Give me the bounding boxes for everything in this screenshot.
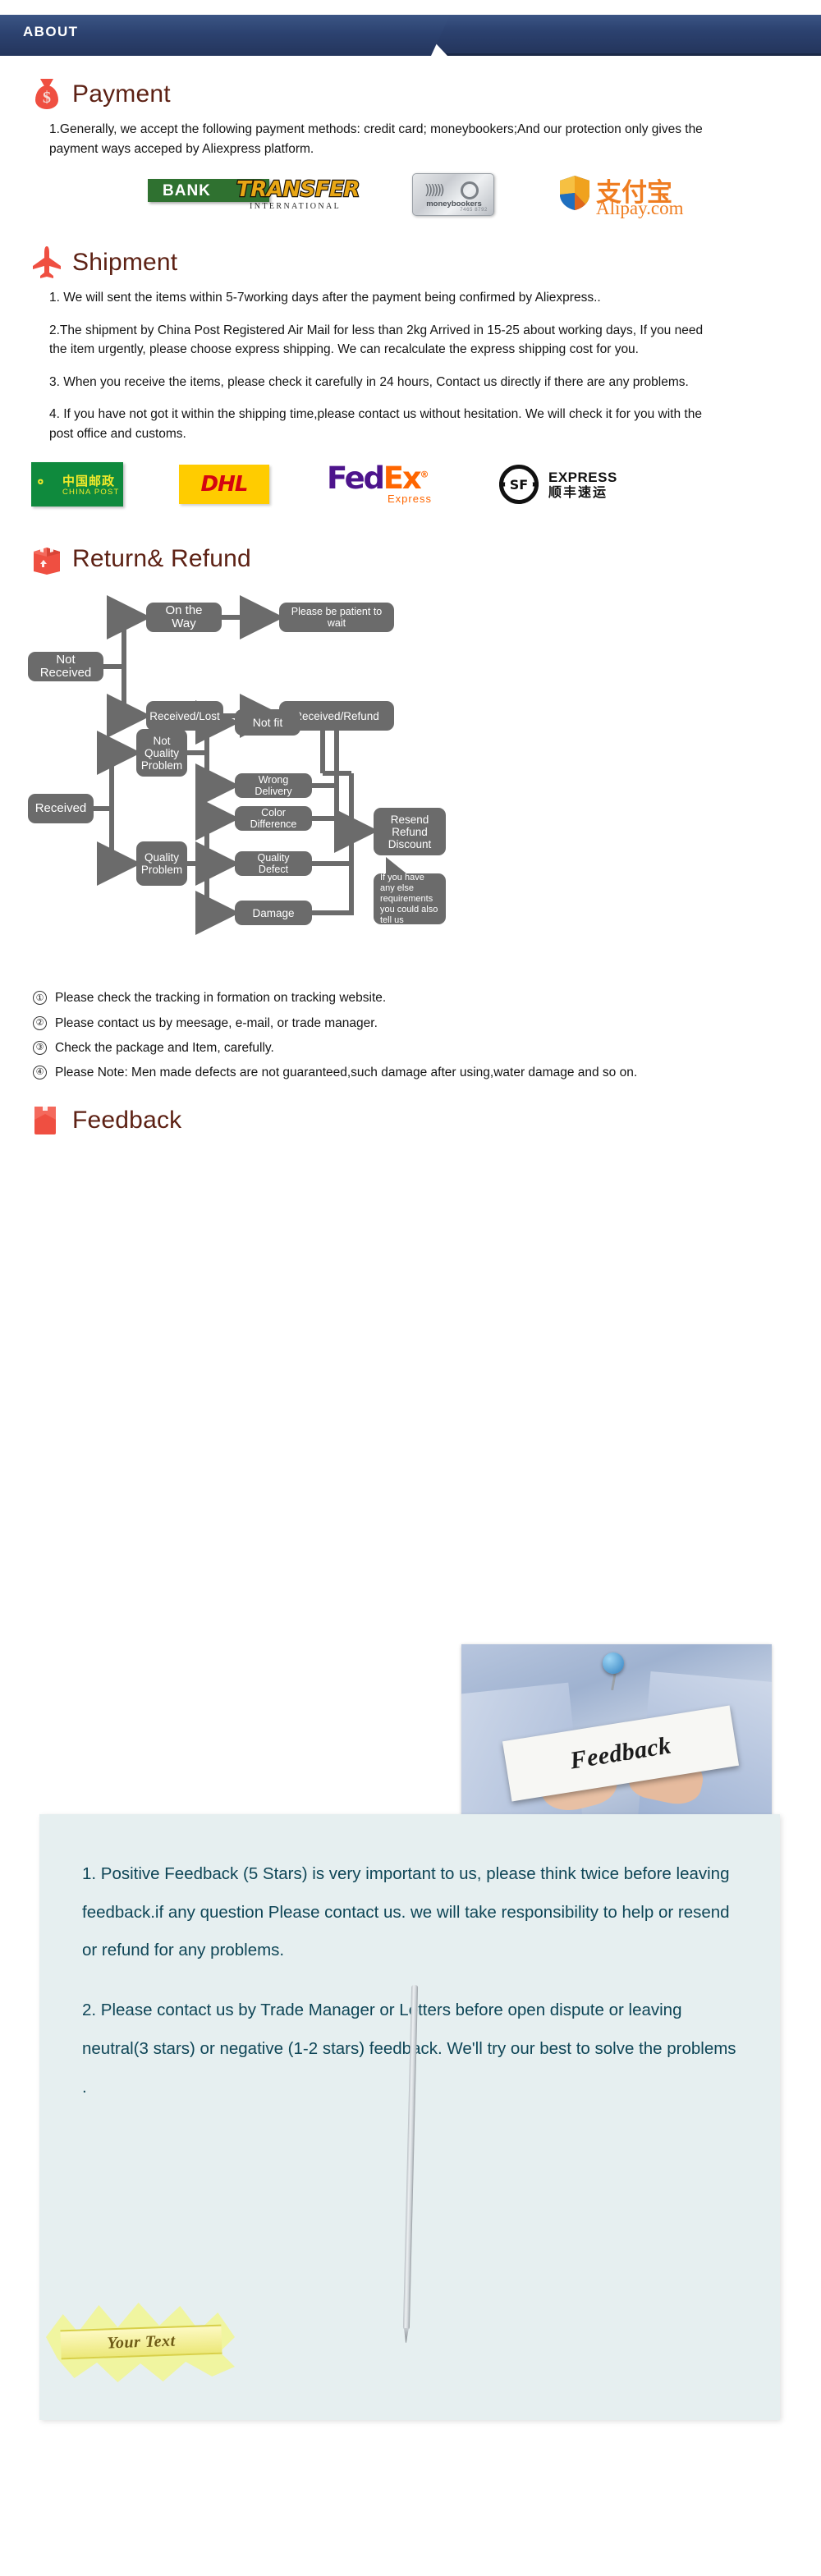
dhl-text: DHL [200,472,249,497]
flow-node-quality-defect: Quality Defect [235,851,312,877]
shipment-section-heading: Shipment [31,245,821,280]
flow-node-resend-refund-discount: Resend Refund Discount [374,808,446,856]
moneybookers-logo: )))))) moneybookers 7465 8792 [412,173,494,217]
bank-transfer-transfer-text: TRANSFER [236,176,361,203]
shipment-body: 1. We will sent the items within 5-7work… [49,288,722,443]
flow-node-received: Received [28,794,94,824]
payment-body: 1.Generally, we accept the following pay… [49,120,722,158]
bank-transfer-logo: BANK TRANSFER INTERNATIONAL [148,176,361,213]
sf-express-logo: SF EXPRESS 顺丰速运 [499,463,647,506]
flow-node-not-received: Not Received [28,652,103,682]
flow-node-color-difference: Color Difference [235,806,312,832]
flow-node-not-quality-problem: Not Quality Problem [136,729,187,777]
payment-title: Payment [72,80,171,108]
sf-express-chinese-text: 顺丰速运 [548,484,608,500]
fedex-ex-text: Ex [383,461,422,497]
sf-express-english-text: EXPRESS [548,469,617,485]
feedback-section-heading: Feedback [31,1103,821,1138]
alipay-shield-icon [560,176,589,211]
payment-section-heading: $ Payment [31,77,821,112]
banner-ribbon: Your Text [60,2324,222,2360]
pushpin-icon [603,1652,624,1674]
shipment-title: Shipment [72,249,178,277]
dhl-logo: DHL [179,465,269,505]
china-post-logo: ゜ 中国邮政 CHINA POST [31,462,123,507]
alipay-domain-text: Alipay.com [596,198,684,219]
flow-node-callout: If you have any else requirements you co… [374,873,446,925]
shipment-paragraph-3: 3. When you receive the items, please ch… [49,374,689,389]
china-post-chinese-text: 中国邮政 [62,474,116,489]
feedback-title: Feedback [72,1107,182,1134]
return-refund-title: Return& Refund [72,545,251,573]
sf-circle-mark-icon: SF [499,465,539,505]
pin-stem-icon [611,1671,617,1691]
flow-node-on-the-way: On the Way [146,603,222,633]
flow-node-received-lost: Received/Lost [146,701,223,731]
china-post-english-text: CHINA POST [62,488,120,497]
flow-node-wrong-delivery: Wrong Delivery [235,773,312,799]
banner-text: Your Text [106,2331,176,2352]
return-refund-flowchart: Not Received On the Way Please be patien… [0,584,821,1093]
feedback-tag-icon [31,1103,62,1138]
shipment-paragraph-2: 2.The shipment by China Post Registered … [49,323,704,357]
package-box-icon [31,542,62,576]
moneybookers-card-number: 7465 8792 [460,208,488,213]
bank-transfer-international-text: INTERNATIONAL [250,202,342,212]
feedback-photo: Feedback [461,1644,772,1821]
about-header-bar: ABOUT [0,15,821,56]
flow-node-please-wait: Please be patient to wait [279,603,394,633]
airplane-icon [31,245,62,280]
money-bag-icon: $ [31,77,62,112]
moneybookers-ring-icon [461,181,479,200]
flow-node-quality-problem: Quality Problem [136,841,187,887]
payment-logos-row: BANK TRANSFER INTERNATIONAL )))))) money… [148,172,821,218]
flow-node-damage: Damage [235,901,312,926]
your-text-banner: Your Text [46,2301,235,2383]
feedback-photo-card-text: Feedback [568,1731,673,1775]
return-refund-section-heading: Return& Refund [31,542,821,576]
shipment-paragraph-4: 4. If you have not got it within the shi… [49,407,702,441]
china-post-symbol-icon: ゜ [38,478,57,502]
fedex-express-text: Express [388,493,432,506]
about-tab-label: ABOUT [23,24,79,39]
sf-monogram-text: SF [505,470,533,499]
bank-transfer-bank-text: BANK [163,182,211,200]
payment-paragraph-1: 1.Generally, we accept the following pay… [49,122,703,156]
moneybookers-wave-icon: )))))) [424,182,445,199]
flow-node-not-fit: Not fit [235,709,300,736]
feedback-paragraph-1: 1. Positive Feedback (5 Stars) is very i… [82,1864,730,1960]
fedex-fed-text: Fed [327,461,385,497]
fedex-logo: FedEx® Express [327,463,466,506]
fedex-registered-icon: ® [420,470,429,481]
shipment-paragraph-1: 1. We will sent the items within 5-7work… [49,291,601,305]
shipping-carriers-row: ゜ 中国邮政 CHINA POST DHL FedEx® Express SF … [31,460,821,509]
alipay-logo: 支付宝 Alipay.com [558,173,747,219]
